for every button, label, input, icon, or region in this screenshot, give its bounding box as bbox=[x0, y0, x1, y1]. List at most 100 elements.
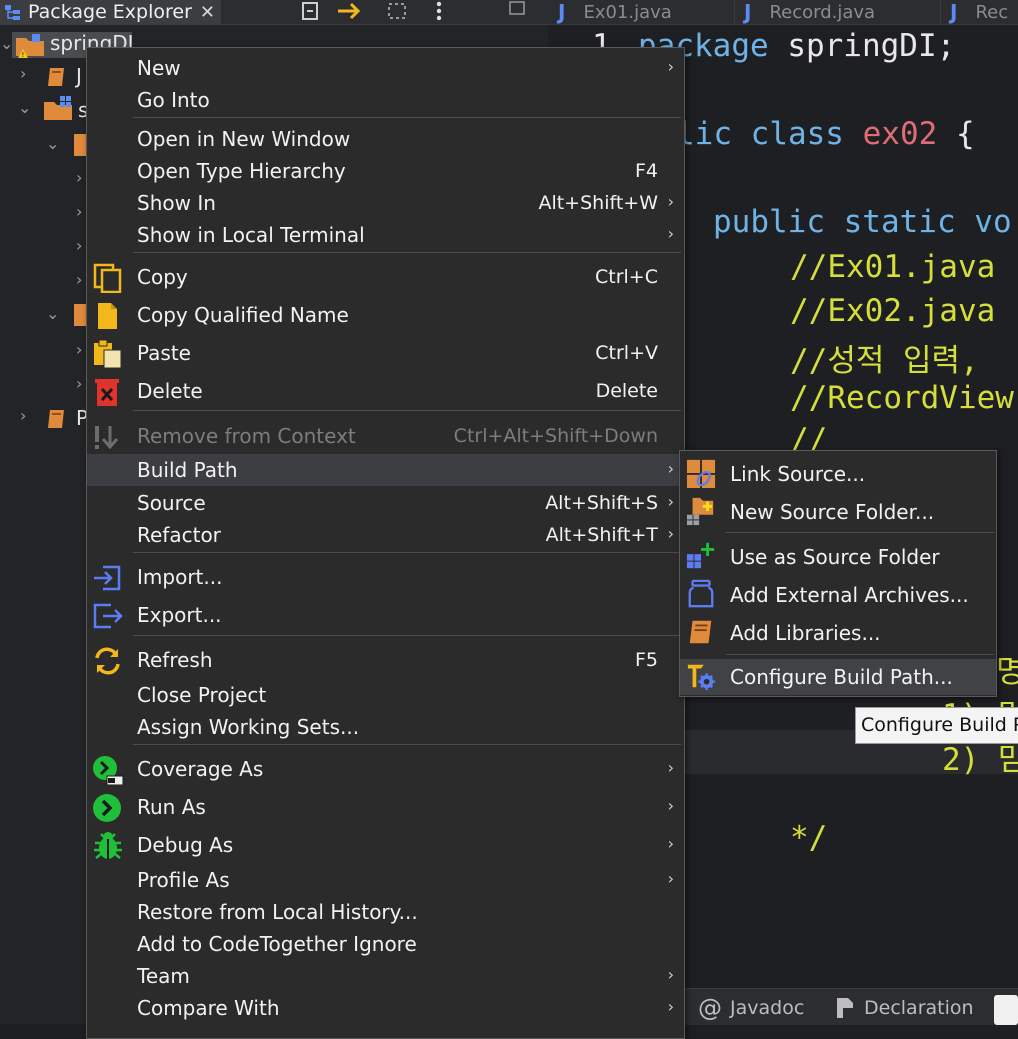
menu-item-team[interactable]: Team › bbox=[87, 960, 684, 992]
tab-declaration[interactable]: Declaration bbox=[834, 993, 974, 1023]
menu-item-link-source[interactable]: Link Source... bbox=[680, 456, 996, 492]
menu-item-coverage-as[interactable]: Coverage As › bbox=[87, 753, 684, 785]
menu-item-use-as-source-folder[interactable]: Use as Source Folder bbox=[680, 539, 996, 575]
submenu-arrow-icon: › bbox=[667, 192, 674, 211]
console-icon[interactable] bbox=[994, 995, 1018, 1025]
menu-item-remove-from-context[interactable]: Remove from Context Ctrl+Alt+Shift+Down bbox=[87, 420, 684, 452]
tree-item-src[interactable]: ⌄ s bbox=[0, 94, 88, 124]
code-comment[interactable]: //Ex01.java bbox=[790, 249, 995, 285]
menu-item-build-path[interactable]: Build Path › bbox=[87, 454, 684, 486]
menu-item-restore-local-history[interactable]: Restore from Local History... bbox=[87, 896, 684, 928]
java-file-icon: J bbox=[950, 0, 958, 24]
import-icon bbox=[94, 565, 121, 591]
submenu-arrow-icon: › bbox=[667, 524, 674, 543]
menu-item-label: Restore from Local History... bbox=[137, 900, 418, 924]
menu-item-shortcut: Ctrl+V bbox=[595, 342, 658, 364]
library-icon bbox=[48, 410, 64, 428]
menu-item-open-new-window[interactable]: Open in New Window bbox=[87, 123, 684, 155]
menu-item-debug-as[interactable]: Debug As › bbox=[87, 829, 684, 861]
menu-item-refactor[interactable]: Refactor Alt+Shift+T › bbox=[87, 519, 684, 551]
menu-item-close-project[interactable]: Close Project bbox=[87, 679, 684, 711]
menu-item-copy[interactable]: Copy Ctrl+C bbox=[87, 261, 684, 293]
link-with-editor-icon[interactable] bbox=[336, 0, 364, 22]
code-comment[interactable]: */ bbox=[790, 820, 827, 856]
editor-tab-rec[interactable]: J Rec bbox=[940, 0, 1018, 24]
expand-arrow-icon[interactable]: › bbox=[76, 374, 82, 393]
menu-item-show-in-local-terminal[interactable]: Show in Local Terminal › bbox=[87, 219, 684, 251]
editor-tab-ex01[interactable]: J Ex01.java bbox=[548, 0, 735, 24]
context-menu: New › Go Into Open in New Window Open Ty… bbox=[86, 47, 685, 1039]
menu-item-label: Copy Qualified Name bbox=[137, 303, 349, 327]
menu-item-label: Team bbox=[137, 964, 190, 988]
menu-item-refresh[interactable]: Refresh F5 bbox=[87, 644, 684, 676]
tree-item-referenced[interactable]: › P bbox=[0, 404, 88, 434]
source-folder-icon bbox=[44, 96, 72, 120]
declaration-icon bbox=[837, 998, 853, 1018]
tab-label: Declaration bbox=[864, 997, 974, 1019]
menu-item-add-libraries[interactable]: Add Libraries... bbox=[680, 615, 996, 651]
svg-text:!: ! bbox=[22, 51, 25, 59]
menu-item-add-external-archives[interactable]: Add External Archives... bbox=[680, 577, 996, 613]
collapse-arrow-icon[interactable]: ⌄ bbox=[46, 134, 59, 153]
jar-icon bbox=[688, 579, 714, 608]
tree-item-jre[interactable]: › J bbox=[0, 62, 86, 92]
menu-item-run-as[interactable]: Run As › bbox=[87, 791, 684, 823]
expand-arrow-icon[interactable]: › bbox=[20, 64, 26, 83]
minimize-icon[interactable] bbox=[508, 0, 526, 22]
tree-item-package[interactable]: ⌄ bbox=[0, 130, 86, 160]
editor-tab-record[interactable]: J Record.java bbox=[734, 0, 941, 24]
code-line-1[interactable]: package springDI; bbox=[638, 28, 955, 64]
tree-item-file[interactable]: › bbox=[0, 338, 86, 368]
menu-item-configure-build-path[interactable]: Configure Build Path... bbox=[680, 659, 996, 695]
menu-item-delete[interactable]: Delete Delete bbox=[87, 375, 684, 407]
menu-item-new[interactable]: New › bbox=[87, 52, 684, 84]
menu-separator bbox=[726, 654, 994, 655]
tree-item-file[interactable]: › bbox=[0, 234, 86, 264]
menu-item-shortcut: Ctrl+C bbox=[595, 266, 658, 288]
project-folder-icon: ! bbox=[16, 34, 44, 59]
menu-item-profile-as[interactable]: Profile As › bbox=[87, 864, 684, 896]
tree-item-file[interactable]: › bbox=[0, 268, 86, 298]
menu-item-source[interactable]: Source Alt+Shift+S › bbox=[87, 487, 684, 519]
menu-item-show-in[interactable]: Show In Alt+Shift+W › bbox=[87, 187, 684, 219]
code-comment[interactable]: //RecordView bbox=[790, 380, 1014, 416]
expand-arrow-icon[interactable]: › bbox=[20, 406, 26, 425]
package-explorer-tab[interactable]: Package Explorer ✕ bbox=[0, 0, 221, 24]
expand-arrow-icon[interactable]: › bbox=[76, 340, 82, 359]
collapse-arrow-icon[interactable]: ⌄ bbox=[18, 98, 31, 117]
code-comment[interactable]: 명 bbox=[996, 646, 1018, 691]
package-icon bbox=[74, 304, 86, 326]
code-comment[interactable]: //Ex02.java bbox=[790, 293, 995, 329]
tab-javadoc[interactable]: @ Javadoc bbox=[698, 993, 804, 1023]
tree-item-file[interactable]: › bbox=[0, 166, 86, 196]
code-comment[interactable]: //성적 입력, bbox=[790, 335, 979, 380]
menu-item-paste[interactable]: Paste Ctrl+V bbox=[87, 337, 684, 369]
code-line-5[interactable]: public static vo bbox=[713, 204, 1012, 240]
menu-item-import[interactable]: Import... bbox=[87, 561, 684, 593]
expand-arrow-icon[interactable]: › bbox=[76, 270, 82, 289]
tree-item-package[interactable]: ⌄ bbox=[0, 300, 86, 330]
menu-item-open-type-hierarchy[interactable]: Open Type Hierarchy F4 bbox=[87, 155, 684, 187]
expand-arrow-icon[interactable]: › bbox=[76, 168, 82, 187]
menu-item-new-source-folder[interactable]: New Source Folder... bbox=[680, 494, 996, 530]
menu-item-label: Link Source... bbox=[730, 462, 866, 486]
menu-item-codetogether-ignore[interactable]: Add to CodeTogether Ignore bbox=[87, 928, 684, 960]
view-menu-icon[interactable] bbox=[432, 0, 446, 22]
menu-item-label: Profile As bbox=[137, 868, 230, 892]
tree-item-file[interactable]: › bbox=[0, 200, 86, 230]
copy-qualified-name-icon bbox=[98, 303, 117, 329]
menu-item-export[interactable]: Export... bbox=[87, 599, 684, 631]
menu-item-compare-with[interactable]: Compare With › bbox=[87, 992, 684, 1024]
menu-item-go-into[interactable]: Go Into bbox=[87, 84, 684, 116]
collapse-arrow-icon[interactable]: ⌄ bbox=[46, 304, 59, 323]
expand-arrow-icon[interactable]: › bbox=[76, 202, 82, 221]
submenu-arrow-icon: › bbox=[667, 965, 674, 984]
collapse-all-icon[interactable] bbox=[298, 0, 324, 22]
menu-item-copy-qualified-name[interactable]: Copy Qualified Name bbox=[87, 299, 684, 331]
expand-arrow-icon[interactable]: › bbox=[76, 236, 82, 255]
tree-item-file[interactable]: › bbox=[0, 372, 86, 402]
close-icon[interactable]: ✕ bbox=[200, 2, 215, 23]
filter-icon[interactable] bbox=[384, 0, 410, 22]
code-line-3[interactable]: lic class ex02 { bbox=[676, 116, 975, 152]
menu-item-assign-working-sets[interactable]: Assign Working Sets... bbox=[87, 711, 684, 743]
